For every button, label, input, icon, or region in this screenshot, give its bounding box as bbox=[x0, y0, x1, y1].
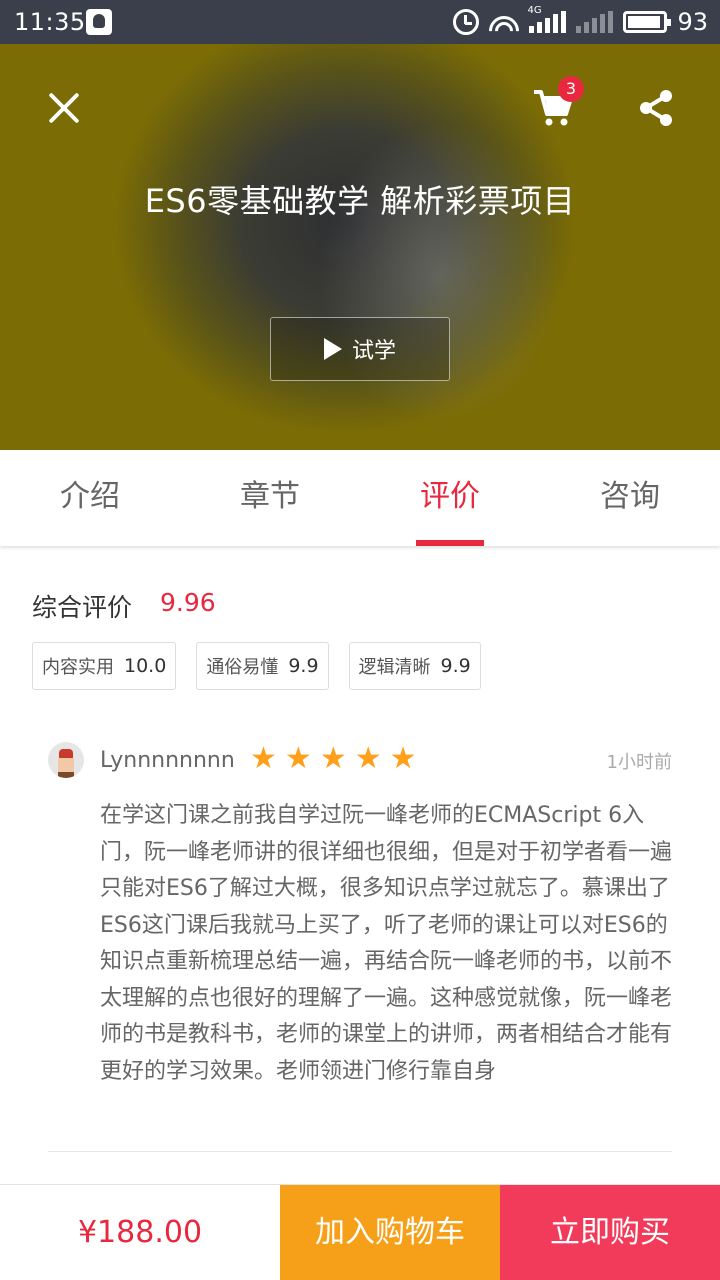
trial-label: 试学 bbox=[351, 339, 396, 364]
metric-label: 通俗易懂 bbox=[206, 657, 279, 678]
battery-fill bbox=[628, 16, 661, 28]
metric-value: 10.0 bbox=[124, 655, 167, 677]
tab-reviews[interactable]: 评价 bbox=[360, 450, 540, 546]
course-title: ES6零基础教学 解析彩票项目 bbox=[144, 182, 576, 220]
cell-signal-icon: 4G bbox=[527, 5, 567, 33]
tab-intro[interactable]: 介绍 bbox=[0, 450, 180, 546]
qq-notification-icon bbox=[86, 9, 112, 35]
price: ¥188.00 bbox=[77, 1215, 203, 1250]
rating-metrics: 内容实用 10.0 通俗易懂 9.9 逻辑清晰 9.9 bbox=[32, 642, 481, 690]
star-icon: ★ bbox=[250, 741, 277, 776]
share-icon[interactable] bbox=[636, 88, 676, 128]
avatar[interactable] bbox=[48, 742, 84, 778]
battery-percent: 93 bbox=[677, 8, 708, 36]
divider bbox=[48, 1151, 672, 1152]
metric-chip: 通俗易懂 9.9 bbox=[196, 642, 329, 690]
overall-rating-label: 综合评价 bbox=[32, 593, 133, 622]
overall-rating-score: 9.96 bbox=[160, 588, 216, 617]
star-icon: ★ bbox=[389, 741, 417, 776]
tab-consult[interactable]: 咨询 bbox=[540, 450, 720, 546]
review-stars: ★ ★ ★ ★ ★ bbox=[250, 744, 417, 774]
metric-label: 内容实用 bbox=[42, 657, 114, 678]
battery-icon bbox=[623, 11, 672, 33]
course-hero: 3 ES6零基础教学 解析彩票项目 试学 bbox=[0, 44, 720, 450]
star-icon: ★ bbox=[354, 741, 382, 776]
wifi-icon bbox=[489, 10, 520, 34]
add-to-cart-button[interactable]: 加入购物车 bbox=[280, 1185, 500, 1280]
status-bar: 11:35 4G 93 bbox=[0, 0, 720, 44]
play-icon bbox=[323, 338, 342, 360]
tab-bar: 介绍 章节 评价 咨询 bbox=[0, 450, 720, 546]
tab-chapters[interactable]: 章节 bbox=[180, 450, 360, 546]
star-icon: ★ bbox=[284, 741, 312, 776]
status-icons: 4G 93 bbox=[453, 5, 708, 38]
review-text: 在学这门课之前我自学过阮一峰老师的ECMAScript 6入门，阮一峰老师讲的很… bbox=[100, 803, 673, 1084]
metric-value: 9.9 bbox=[440, 655, 471, 677]
close-icon[interactable] bbox=[46, 90, 82, 126]
metric-chip: 内容实用 10.0 bbox=[32, 642, 177, 690]
metric-value: 9.9 bbox=[288, 655, 319, 677]
status-time: 11:35 bbox=[14, 8, 86, 36]
metric-label: 逻辑清晰 bbox=[358, 657, 431, 678]
review-username: Lynnnnnnnn bbox=[100, 748, 235, 773]
trial-button[interactable]: 试学 bbox=[270, 317, 450, 381]
network-type-label: 4G bbox=[527, 5, 542, 16]
review-time: 1小时前 bbox=[606, 752, 672, 773]
purchase-bar: ¥188.00 加入购物车 立即购买 bbox=[0, 1184, 720, 1280]
star-icon: ★ bbox=[319, 741, 347, 776]
cell-signal-2-icon bbox=[576, 11, 614, 33]
buy-now-button[interactable]: 立即购买 bbox=[500, 1185, 720, 1280]
cart-count-badge: 3 bbox=[558, 76, 584, 102]
metric-chip: 逻辑清晰 9.9 bbox=[348, 642, 481, 690]
alarm-icon bbox=[453, 9, 480, 35]
